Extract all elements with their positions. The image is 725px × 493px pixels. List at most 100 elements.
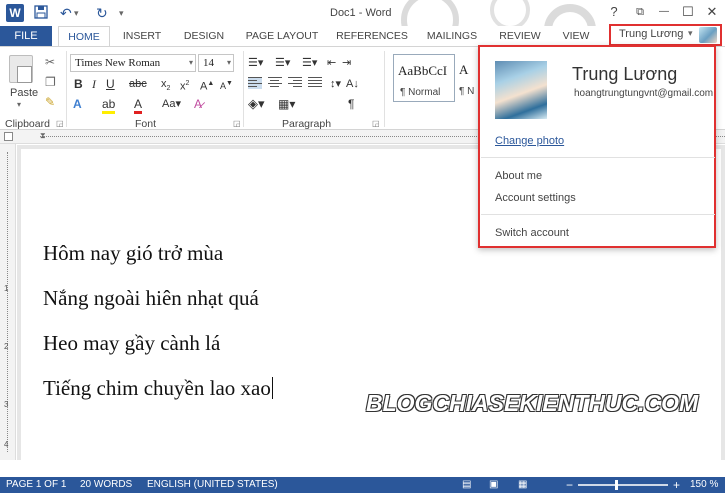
ruler-number: 3	[4, 400, 9, 409]
copy-icon[interactable]: ❐	[45, 75, 56, 89]
chevron-down-icon: ▾	[188, 58, 193, 67]
zoom-in-button[interactable]: +	[673, 477, 680, 493]
account-email: hoangtrungtungvnt@gmail.com	[574, 88, 714, 99]
style-normal[interactable]: AaBbCcI ¶ Normal	[393, 54, 455, 102]
paste-button[interactable]: Paste	[10, 87, 38, 99]
zoom-slider-handle[interactable]	[615, 480, 618, 490]
font-family-select[interactable]: Times New Roman ▾	[70, 54, 196, 72]
vertical-ruler: 1 2 3 4	[0, 144, 16, 460]
clipboard-launcher-icon[interactable]: ◲	[56, 119, 64, 128]
style-sample-text: AaBbCcI	[398, 63, 448, 78]
ruler-number: 1	[4, 284, 9, 293]
grow-font-button[interactable]: A▲	[200, 77, 214, 94]
bold-button[interactable]: B	[74, 77, 83, 91]
numbering-icon[interactable]: ☰▾	[275, 56, 290, 70]
shrink-font-button[interactable]: A▼	[220, 77, 233, 93]
tab-view[interactable]: VIEW	[556, 26, 596, 46]
zoom-level[interactable]: 150 %	[690, 477, 718, 493]
document-line[interactable]: Hôm nay gió trở mùa	[43, 241, 223, 266]
bullets-icon[interactable]: ☰▾	[248, 56, 263, 70]
tab-mailings[interactable]: MAILINGS	[420, 26, 484, 46]
zoom-out-button[interactable]: −	[566, 477, 573, 493]
account-name: Trung Lương	[619, 28, 684, 40]
clipboard-group-label: Clipboard	[5, 118, 50, 130]
paste-icon[interactable]	[9, 55, 33, 83]
account-settings-link[interactable]: Account settings	[495, 192, 576, 204]
close-button[interactable]: ✕	[704, 4, 720, 20]
italic-button[interactable]: I	[92, 77, 96, 91]
undo-icon[interactable]: ↶	[60, 5, 72, 21]
change-photo-link[interactable]: Change photo	[495, 135, 564, 147]
word-logo-icon[interactable]: W	[6, 4, 24, 22]
save-icon[interactable]	[34, 5, 48, 22]
decrease-indent-icon[interactable]: ⇤	[327, 56, 336, 70]
maximize-button[interactable]: ☐	[680, 4, 696, 20]
font-color-icon[interactable]: A	[134, 97, 143, 114]
word-count[interactable]: 20 WORDS	[80, 477, 132, 493]
style-no-spacing[interactable]: A ¶ N	[457, 54, 479, 102]
chevron-down-icon: ▾	[226, 58, 231, 67]
window-title: Doc1 - Word	[330, 7, 392, 19]
account-button[interactable]: Trung Lương ▾	[609, 24, 722, 46]
tab-selector-icon[interactable]	[4, 132, 13, 141]
customize-qat-icon[interactable]: ▾	[119, 5, 124, 21]
text-effects-icon[interactable]: A	[73, 97, 82, 111]
help-button[interactable]: ?	[606, 4, 622, 20]
tab-design[interactable]: DESIGN	[178, 26, 230, 46]
ribbon-display-options-button[interactable]: ⧉	[632, 4, 648, 20]
font-launcher-icon[interactable]: ◲	[233, 119, 241, 128]
page-count[interactable]: PAGE 1 OF 1	[6, 477, 66, 493]
about-me-link[interactable]: About me	[495, 170, 542, 182]
tab-review[interactable]: REVIEW	[494, 26, 546, 46]
tab-page-layout[interactable]: PAGE LAYOUT	[240, 26, 324, 46]
font-size-select[interactable]: 14 ▾	[198, 54, 234, 72]
tab-file[interactable]: FILE	[0, 26, 52, 46]
web-layout-icon[interactable]: ▦	[518, 477, 527, 493]
watermark: BLOGCHIASEKIENTHUC.COM	[366, 390, 699, 416]
multilevel-list-icon[interactable]: ☰▾	[302, 56, 317, 70]
line-spacing-icon[interactable]: ↕▾	[330, 77, 341, 91]
redo-icon[interactable]: ↻	[96, 5, 108, 21]
increase-indent-icon[interactable]: ⇥	[342, 56, 351, 70]
change-case-button[interactable]: Aa▾	[162, 97, 181, 111]
tab-insert[interactable]: INSERT	[116, 26, 168, 46]
indent-marker-icon[interactable]: ⧗	[40, 131, 46, 141]
paragraph-launcher-icon[interactable]: ◲	[372, 119, 380, 128]
format-painter-icon[interactable]: ✎	[45, 95, 55, 109]
show-paragraph-marks-icon[interactable]: ¶	[348, 97, 354, 111]
tab-references[interactable]: REFERENCES	[333, 26, 411, 46]
paragraph-group-label: Paragraph	[282, 118, 332, 130]
undo-dropdown-icon[interactable]: ▾	[74, 5, 79, 21]
clear-formatting-icon[interactable]: A̷	[194, 97, 202, 111]
superscript-button[interactable]: x2	[180, 77, 189, 94]
highlight-color-icon[interactable]: ab	[102, 97, 116, 114]
divider	[481, 157, 715, 158]
switch-account-link[interactable]: Switch account	[495, 227, 569, 239]
borders-icon[interactable]: ▦▾	[278, 97, 295, 111]
underline-button[interactable]: U	[106, 77, 115, 91]
shading-icon[interactable]: ◈▾	[248, 97, 265, 111]
document-line[interactable]: Heo may gầy cành lá	[43, 331, 220, 356]
strikethrough-button[interactable]: abc	[129, 77, 147, 91]
style-name-label: ¶ Normal	[400, 87, 441, 98]
paste-dropdown-icon[interactable]: ▾	[17, 100, 21, 109]
minimize-button[interactable]: —	[656, 4, 672, 20]
font-group-label: Font	[135, 118, 157, 130]
document-line[interactable]: Nắng ngoài hiên nhạt quá	[43, 286, 259, 311]
text-cursor	[271, 377, 273, 399]
account-dropdown: Trung Lương hoangtrungtungvnt@gmail.com …	[478, 45, 716, 248]
language[interactable]: ENGLISH (UNITED STATES)	[147, 477, 278, 493]
font-size-value: 14	[203, 57, 214, 69]
status-bar: PAGE 1 OF 1 20 WORDS ENGLISH (UNITED STA…	[0, 477, 725, 493]
read-mode-icon[interactable]: ▤	[462, 477, 471, 493]
sort-icon[interactable]: A↓	[346, 77, 359, 91]
print-layout-icon[interactable]: ▣	[489, 477, 498, 493]
document-line[interactable]: Tiếng chim chuyền lao xao	[43, 376, 273, 401]
zoom-slider[interactable]	[578, 484, 668, 486]
tab-home[interactable]: HOME	[58, 26, 110, 46]
style-name-label: ¶ N	[459, 86, 475, 97]
account-display-name: Trung Lương	[572, 64, 678, 84]
avatar	[699, 27, 717, 43]
cut-icon[interactable]: ✂	[45, 55, 55, 69]
subscript-button[interactable]: x2	[161, 77, 170, 96]
